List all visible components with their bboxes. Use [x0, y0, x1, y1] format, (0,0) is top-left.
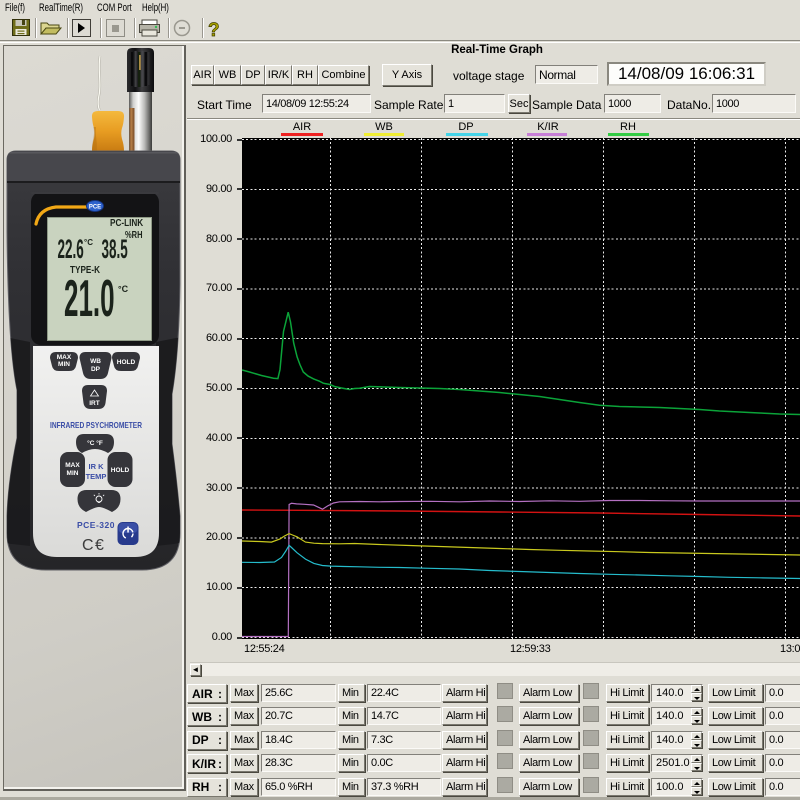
svg-text:MIN: MIN: [67, 470, 79, 477]
svg-text:TEMP: TEMP: [86, 472, 107, 481]
svg-text:IR K: IR K: [89, 462, 105, 471]
svg-text:MAX: MAX: [57, 354, 72, 361]
svg-text:WB: WB: [90, 358, 101, 365]
svg-text:MAX: MAX: [65, 462, 80, 469]
svg-text:MIN: MIN: [58, 361, 70, 368]
svg-text:DP: DP: [91, 366, 101, 373]
svg-text:38.5: 38.5: [102, 234, 128, 264]
svg-text:IRT: IRT: [89, 400, 100, 407]
svg-text:21.0: 21.0: [64, 269, 115, 327]
svg-text:°C: °C: [84, 238, 93, 247]
svg-text:°C °F: °C °F: [87, 439, 103, 447]
svg-text:?: ?: [208, 20, 220, 41]
svg-text:PC-LINK: PC-LINK: [110, 217, 144, 228]
svg-text:HOLD: HOLD: [117, 359, 136, 366]
svg-text:INFRARED PSYCHROMETER: INFRARED PSYCHROMETER: [50, 420, 142, 430]
svg-text:PCE-320: PCE-320: [77, 520, 115, 530]
svg-text:HOLD: HOLD: [111, 467, 130, 474]
svg-text:22.6: 22.6: [58, 234, 84, 264]
svg-text:°C: °C: [118, 284, 129, 294]
svg-text:C€: C€: [82, 537, 105, 554]
svg-text:PCE: PCE: [89, 205, 101, 211]
